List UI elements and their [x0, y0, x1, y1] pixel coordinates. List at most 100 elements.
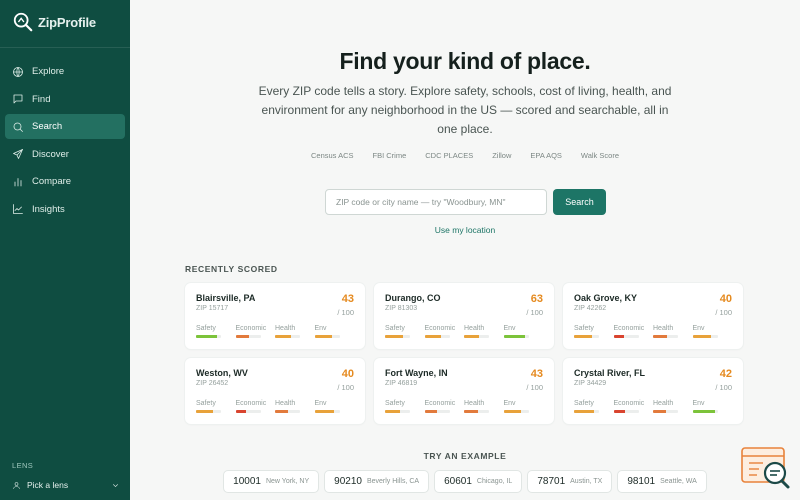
metric-env: Env	[503, 325, 544, 338]
metric-bar-track	[503, 335, 529, 338]
metric-bar-fill	[385, 335, 403, 338]
example-place: Beverly Hills, CA	[366, 478, 420, 485]
example-zip: 60601	[444, 476, 472, 487]
card-city: Durango, CO	[385, 293, 441, 303]
example-place: New York, NY	[265, 478, 310, 485]
card-score: 43	[341, 293, 354, 305]
score-card[interactable]: Fort Wayne, IN ZIP 46819 43 / 100 Safety…	[374, 358, 554, 424]
sidebar-item-find[interactable]: Find	[5, 87, 125, 112]
metric-health: Health	[275, 325, 315, 338]
metric-label: Env	[692, 325, 705, 332]
card-metrics: Safety Economic Health Env	[574, 325, 732, 338]
brand[interactable]: ZipProfile	[12, 11, 96, 33]
metric-bar-fill	[613, 410, 625, 413]
metric-label: Env	[314, 400, 327, 407]
metric-bar-track	[424, 335, 450, 338]
metric-env: Env	[314, 400, 355, 413]
score-card[interactable]: Crystal River, FL ZIP 34429 42 / 100 Saf…	[563, 358, 743, 424]
metric-safety: Safety	[385, 325, 425, 338]
metric-label: Env	[314, 325, 327, 332]
card-score-denominator: / 100	[715, 308, 732, 317]
metric-bar-fill	[314, 335, 332, 338]
metric-health: Health	[464, 400, 504, 413]
globe-icon	[13, 66, 23, 77]
metric-bar-track	[275, 410, 300, 413]
sidebar-item-label: Insights	[32, 203, 65, 215]
card-score-denominator: / 100	[526, 308, 543, 317]
metric-bar-track	[613, 335, 639, 338]
metric-label: Health	[653, 400, 674, 407]
metric-bar-fill	[574, 335, 592, 338]
metric-label: Health	[464, 400, 485, 407]
score-card[interactable]: Blairsville, PA ZIP 15717 43 / 100 Safet…	[185, 283, 365, 349]
metric-bar-track	[574, 335, 599, 338]
source-label: Zillow	[492, 151, 512, 160]
sidebar-item-search[interactable]: Search	[5, 114, 125, 139]
card-score-denominator: / 100	[715, 383, 732, 392]
score-card[interactable]: Durango, CO ZIP 81303 63 / 100 Safety Ec…	[374, 283, 554, 349]
card-city: Weston, WV	[196, 368, 248, 378]
metric-bar-track	[424, 410, 450, 413]
score-card[interactable]: Oak Grove, KY ZIP 42262 40 / 100 Safety …	[563, 283, 743, 349]
example-chip[interactable]: 10001 New York, NY	[223, 470, 320, 493]
metric-label: Safety	[196, 400, 216, 407]
card-metrics: Safety Economic Health Env	[385, 325, 543, 338]
source-label: FBI Crime	[372, 151, 407, 160]
try-example-heading: TRY AN EXAMPLE	[423, 451, 507, 461]
metric-label: Economic	[235, 325, 267, 332]
metric-bar-track	[503, 410, 529, 413]
lens-picker[interactable]: Pick a lens	[12, 478, 120, 492]
chevron-down-icon	[113, 483, 118, 487]
example-zip: 10001	[233, 476, 261, 487]
metric-env: Env	[503, 400, 544, 413]
card-city: Blairsville, PA	[196, 293, 256, 303]
sidebar-item-label: Compare	[32, 176, 72, 187]
example-chip[interactable]: 60601 Chicago, IL	[434, 470, 523, 493]
search-button[interactable]: Search	[553, 189, 606, 215]
metric-label: Health	[275, 400, 296, 407]
sidebar-nav: Explore Find Search Discover Compare Ins…	[5, 59, 125, 224]
card-score-denominator: / 100	[337, 383, 354, 392]
search-input[interactable]	[325, 189, 547, 215]
help-widget-icon[interactable]	[741, 446, 791, 490]
metric-bar-fill	[653, 410, 666, 413]
metric-bar-fill	[314, 410, 334, 413]
search-bar: Search	[325, 189, 606, 215]
source-label: EPA AQS	[530, 151, 562, 160]
sidebar-item-label: Find	[32, 93, 51, 105]
example-place: Austin, TX	[570, 478, 603, 485]
example-chip[interactable]: 98101 Seattle, WA	[617, 470, 707, 493]
metric-bar-track	[314, 410, 340, 413]
sidebar-item-label: Search	[32, 121, 63, 132]
bar-chart-icon	[14, 177, 22, 186]
metric-bar-fill	[235, 335, 250, 338]
metric-bar-fill	[653, 335, 667, 338]
metric-bar-fill	[424, 410, 437, 413]
metric-bar-track	[196, 410, 221, 413]
metric-bar-fill	[613, 335, 624, 338]
sidebar-item-insights[interactable]: Insights	[5, 197, 125, 222]
metric-economic: Economic	[235, 325, 276, 338]
recent-cards-grid: Blairsville, PA ZIP 15717 43 / 100 Safet…	[185, 283, 745, 424]
card-zip: ZIP 81303	[385, 305, 418, 312]
example-chip[interactable]: 78701 Austin, TX	[527, 470, 613, 493]
metric-bar-fill	[196, 335, 217, 338]
metric-bar-fill	[275, 335, 291, 338]
sidebar-item-explore[interactable]: Explore	[5, 59, 125, 84]
metric-label: Economic	[424, 400, 456, 407]
metric-label: Economic	[235, 400, 267, 407]
sidebar-item-discover[interactable]: Discover	[5, 142, 125, 167]
example-chip[interactable]: 90210 Beverly Hills, CA	[324, 470, 430, 493]
card-score: 42	[719, 368, 732, 380]
user-icon	[13, 481, 20, 489]
metric-bar-fill	[275, 410, 288, 413]
card-zip: ZIP 42262	[574, 305, 607, 312]
card-zip: ZIP 26452	[196, 380, 229, 387]
metric-economic: Economic	[424, 400, 465, 413]
use-location-link[interactable]: Use my location	[130, 225, 800, 235]
metric-bar-track	[196, 335, 221, 338]
score-card[interactable]: Weston, WV ZIP 26452 40 / 100 Safety Eco…	[185, 358, 365, 424]
card-score: 63	[530, 293, 543, 305]
sidebar-item-compare[interactable]: Compare	[5, 169, 125, 194]
source-label: CDC PLACES	[425, 151, 474, 160]
